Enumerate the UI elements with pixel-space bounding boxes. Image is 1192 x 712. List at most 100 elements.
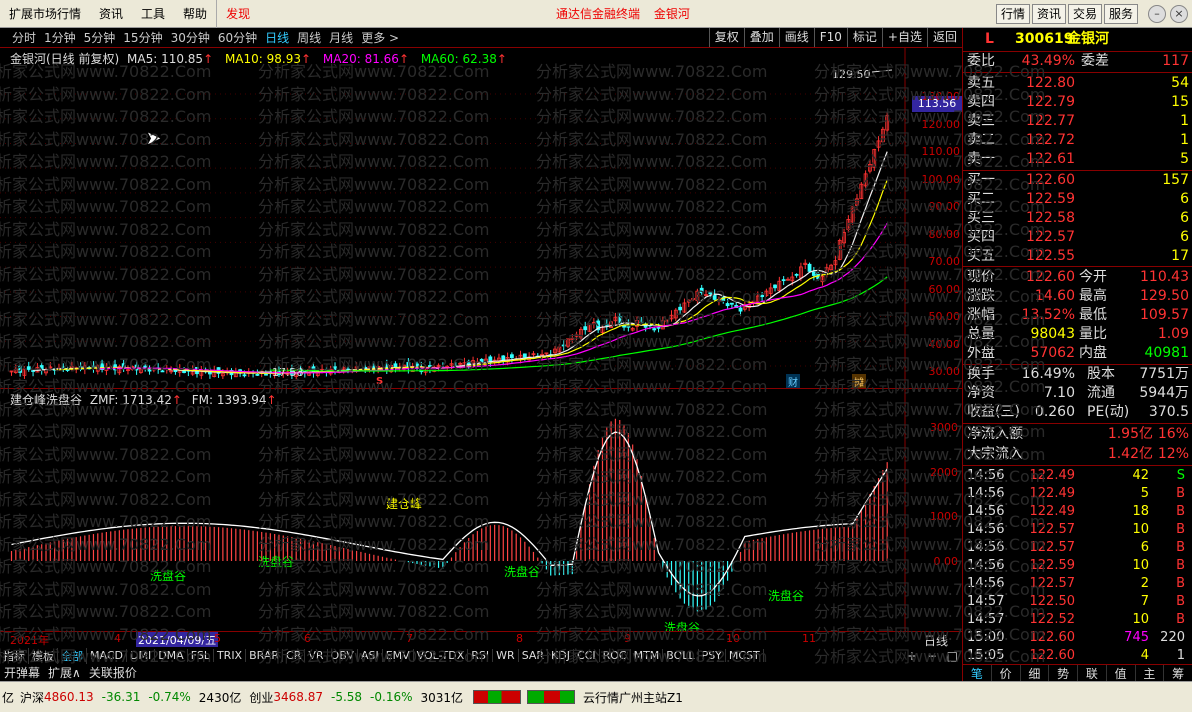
detail-tab[interactable]: 值 <box>1107 665 1136 681</box>
indicator-tab[interactable]: DMA <box>155 649 188 662</box>
expand-button[interactable]: 扩展∧ <box>44 664 85 681</box>
menu-tools[interactable]: 工具 <box>132 0 174 28</box>
period-1min[interactable]: 1分钟 <box>40 29 80 46</box>
date-axis: 2021年 4 2021/04/09/五 5 6 7 8 9 10 11 日线 <box>0 631 962 648</box>
indicator-tab[interactable]: OBV <box>328 649 358 662</box>
indicator-tab[interactable]: ASI <box>358 649 383 662</box>
indicator-tab[interactable]: VOL-TDX <box>414 649 469 662</box>
danmaku-button[interactable]: 开弹幕 <box>0 664 44 681</box>
tick-side: 220 <box>1160 630 1185 645</box>
quote-button[interactable]: 行情 <box>996 4 1031 24</box>
stat-row: 总量 98043 量比 1.09 <box>963 325 1192 344</box>
detail-tabs: 笔价细势联值主筹 <box>963 664 1192 681</box>
minimize-icon[interactable]: – <box>1148 5 1166 23</box>
period-monthly[interactable]: 月线 <box>325 29 357 46</box>
detail-tab[interactable]: 主 <box>1136 665 1165 681</box>
indicator-tab[interactable]: 全部 <box>58 647 87 664</box>
buy-row[interactable]: 买五 122.55 17 <box>963 247 1192 266</box>
sell-row[interactable]: 卖五 122.80 54 <box>963 74 1192 93</box>
indicator-tab[interactable]: PSY <box>699 649 726 662</box>
detail-tab[interactable]: 笔 <box>963 665 992 681</box>
kline-chart[interactable]: 金银河(日线 前复权) MA5: 110.85↑ MA10: 98.93↑ MA… <box>0 47 962 406</box>
close-icon[interactable]: × <box>1170 5 1188 23</box>
detail-tab[interactable]: 细 <box>1021 665 1050 681</box>
stat-label: 外盘 <box>967 345 995 361</box>
detail-tab[interactable]: 价 <box>992 665 1021 681</box>
buy-row[interactable]: 买一 122.60 157 <box>963 171 1192 190</box>
menu-discover[interactable]: 发现 <box>216 0 259 28</box>
overlay-button[interactable]: 叠加 <box>743 28 779 47</box>
menu-news[interactable]: 资讯 <box>90 0 132 28</box>
period-weekly[interactable]: 周线 <box>293 29 325 46</box>
indicator-tab[interactable]: 指标 <box>0 647 29 664</box>
related-quote-button[interactable]: 关联报价 <box>85 664 141 681</box>
tick-side: B <box>1176 576 1185 591</box>
sell-row[interactable]: 卖四 122.79 15 <box>963 93 1192 112</box>
cy-change: -5.58 <box>330 690 363 704</box>
sell-row[interactable]: 卖一 122.61 5 <box>963 150 1192 169</box>
tick-row: 14:56 122.57 10 B <box>963 521 1192 539</box>
indicator-tab[interactable]: 模板 <box>29 647 58 664</box>
indicator-tab[interactable]: MTM <box>631 649 664 662</box>
dividend-badge[interactable]: 摊 <box>852 374 866 389</box>
news-button[interactable]: 资讯 <box>1032 4 1067 24</box>
zoom-controls[interactable]: + − □ <box>907 649 958 663</box>
sell-row[interactable]: 卖三 122.77 1 <box>963 112 1192 131</box>
tick-time: 14:57 <box>967 612 1005 627</box>
period-5min[interactable]: 5分钟 <box>80 29 120 46</box>
period-60min[interactable]: 60分钟 <box>214 29 261 46</box>
stat-row: 外盘 57062 内盘 40981 <box>963 344 1192 363</box>
period-30min[interactable]: 30分钟 <box>167 29 214 46</box>
server-label[interactable]: 云行情广州主站Z1 <box>583 689 683 706</box>
menu-help[interactable]: 帮助 <box>174 0 216 28</box>
service-button[interactable]: 服务 <box>1104 4 1139 24</box>
indicator-tab[interactable]: RSI <box>468 649 494 662</box>
tick-volume: 2 <box>1140 576 1149 591</box>
period-daily[interactable]: 日线 <box>261 29 293 46</box>
indicator-tab[interactable]: EMV <box>383 649 414 662</box>
add-watchlist-button[interactable]: +自选 <box>881 28 927 47</box>
indicator-chart[interactable]: 建仓峰洗盘谷 ZMF: 1713.42↑ FM: 1393.94↑ 建仓峰 洗盘… <box>0 388 962 635</box>
indicator-tab[interactable]: DMI <box>127 649 156 662</box>
indicator-tab[interactable]: MCST <box>726 649 764 662</box>
sh-amount: 2430亿 <box>198 690 242 705</box>
detail-tab[interactable]: 筹 <box>1164 665 1192 681</box>
candle-body <box>708 292 713 295</box>
draw-button[interactable]: 画线 <box>778 28 814 47</box>
candle-body <box>773 284 777 289</box>
indicator-tab[interactable]: MACD <box>87 649 127 662</box>
finance-badge[interactable]: 财 <box>786 374 800 389</box>
period-more[interactable]: 更多 > <box>357 29 403 46</box>
period-15min[interactable]: 15分钟 <box>119 29 166 46</box>
tick-time: 14:56 <box>967 486 1005 501</box>
buy-price: 122.55 <box>1026 248 1075 264</box>
menu-market[interactable]: 扩展市场行情 <box>0 0 90 28</box>
trade-button[interactable]: 交易 <box>1068 4 1103 24</box>
indicator-tab[interactable]: ROC <box>600 649 631 662</box>
buy-row[interactable]: 买四 122.57 6 <box>963 228 1192 247</box>
back-button[interactable]: 返回 <box>926 28 962 47</box>
tick-price: 122.57 <box>1029 522 1076 537</box>
indicator-tab[interactable]: FSL <box>188 649 214 662</box>
indicator-tab[interactable]: SAR <box>519 649 549 662</box>
indicator-tab[interactable]: CR <box>283 649 306 662</box>
candle-body <box>479 358 484 363</box>
detail-tab[interactable]: 联 <box>1078 665 1107 681</box>
detail-tab[interactable]: 势 <box>1049 665 1078 681</box>
indicator-tab[interactable]: CCI <box>574 649 600 662</box>
mark-button[interactable]: 标记 <box>846 28 882 47</box>
period-timeshare[interactable]: 分时 <box>0 29 40 46</box>
sell-row[interactable]: 卖二 122.72 1 <box>963 131 1192 150</box>
f10-button[interactable]: F10 <box>813 28 847 47</box>
buy-row[interactable]: 买三 122.58 6 <box>963 209 1192 228</box>
indicator-tab[interactable]: BRAR <box>246 649 284 662</box>
tick-side: B <box>1176 522 1185 537</box>
indicator-tab[interactable]: WR <box>493 649 519 662</box>
indicator-tab[interactable]: TRIX <box>214 649 247 662</box>
buy-row[interactable]: 买二 122.59 6 <box>963 190 1192 209</box>
adjust-button[interactable]: 复权 <box>708 28 744 47</box>
indicator-tab[interactable]: BOLL <box>663 649 699 662</box>
flow-row: 净流入额 1.95亿 16% <box>963 425 1192 444</box>
indicator-tab[interactable]: KDJ <box>548 649 574 662</box>
indicator-tab[interactable]: VR <box>305 649 328 662</box>
